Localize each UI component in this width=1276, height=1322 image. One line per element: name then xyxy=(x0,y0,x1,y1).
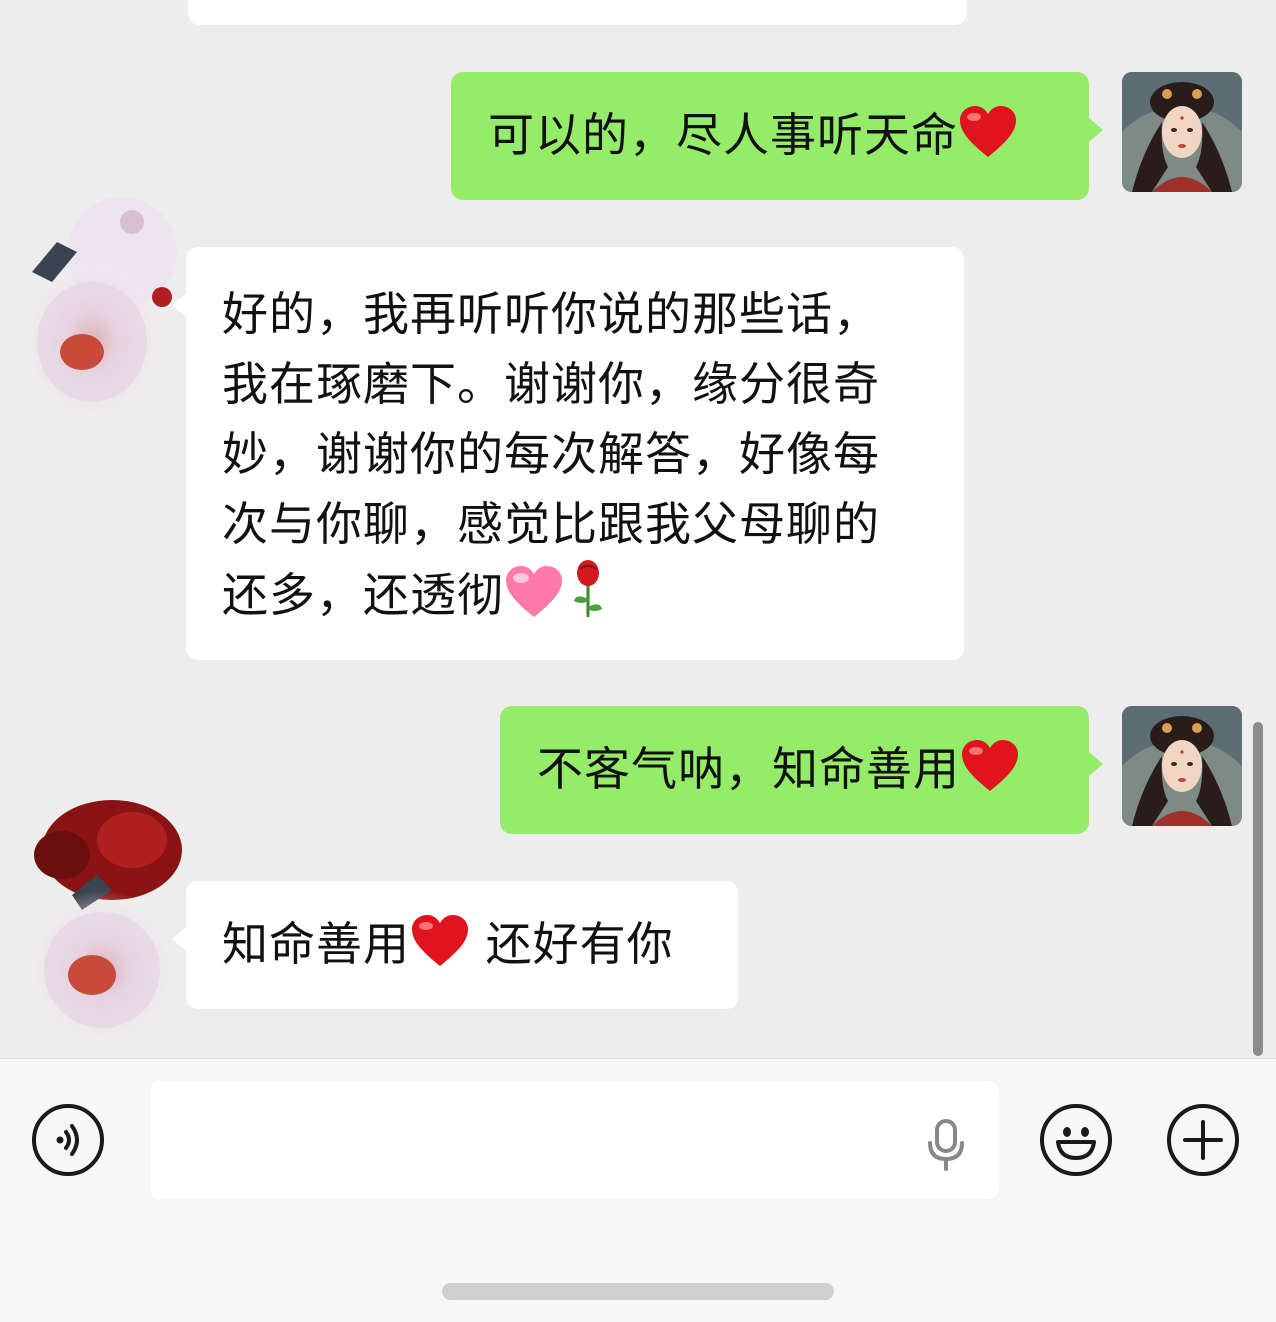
avatar-portrait-image xyxy=(1122,72,1242,192)
peony-flower-image xyxy=(22,800,182,1050)
microphone-button[interactable] xyxy=(922,1117,970,1173)
heart-emoji xyxy=(960,739,1020,812)
incoming-message-bubble[interactable]: 好的，我再听听你说的那些话， 我在琢磨下。谢谢你，缘分很奇 妙，谢谢你的每次解答… xyxy=(172,247,964,660)
outgoing-message-bubble[interactable]: 不客气呐，知命善用 xyxy=(500,706,1103,834)
message-line-last: 还多，还透彻 xyxy=(222,559,964,638)
bubble-tail xyxy=(1089,752,1103,776)
plus-icon xyxy=(1183,1120,1223,1160)
contact-avatar[interactable] xyxy=(22,182,182,442)
bubble-tail xyxy=(172,927,186,951)
incoming-message-bubble[interactable]: 知命善用 还好有你 xyxy=(172,881,738,1009)
contact-avatar[interactable] xyxy=(22,800,182,1058)
avatar-portrait-image xyxy=(1122,706,1242,826)
chat-area[interactable]: 可以的，尽人事听天命 好的，我再听听你说的那些话， 我在琢磨下。谢谢你，缘分很奇… xyxy=(0,0,1276,1058)
previous-message-bubble-edge xyxy=(188,0,967,25)
message-text: 可以的，尽人事听天命 xyxy=(488,108,958,162)
message-line: 我在琢磨下。谢谢你，缘分很奇 xyxy=(222,357,880,411)
bubble-tail xyxy=(172,293,186,317)
voice-mode-icon xyxy=(56,1124,79,1156)
message-text: 不客气呐，知命善用 xyxy=(537,742,960,796)
voice-mode-button[interactable] xyxy=(32,1104,104,1176)
chat-scrollbar[interactable] xyxy=(1253,722,1263,1056)
more-options-button[interactable] xyxy=(1167,1104,1239,1176)
message-text: 知命善用 xyxy=(222,917,410,971)
message-line: 妙，谢谢你的每次解答，好像每 xyxy=(222,427,880,481)
message-line: 还多，还透彻 xyxy=(222,568,504,622)
peony-flower-image xyxy=(22,197,177,427)
emoji-button[interactable] xyxy=(1040,1104,1112,1176)
my-avatar[interactable] xyxy=(1122,706,1242,826)
outgoing-message-bubble[interactable]: 可以的，尽人事听天命 xyxy=(451,72,1103,200)
emoji-smile-icon xyxy=(1056,1127,1096,1160)
pink-heart-emoji xyxy=(504,565,564,638)
my-avatar[interactable] xyxy=(1122,72,1242,192)
rose-emoji xyxy=(570,559,606,638)
bubble-tail xyxy=(1089,118,1103,142)
message-input[interactable] xyxy=(150,1081,999,1199)
microphone-icon xyxy=(928,1119,964,1171)
chat-input-bar xyxy=(0,1058,1276,1322)
message-text: 还好有你 xyxy=(470,917,674,971)
message-line: 好的，我再听听你说的那些话， xyxy=(222,287,880,341)
message-line: 次与你聊，感觉比跟我父母聊的 xyxy=(222,497,880,551)
heart-emoji xyxy=(410,914,470,987)
heart-emoji xyxy=(958,105,1018,178)
home-indicator[interactable] xyxy=(442,1283,834,1300)
